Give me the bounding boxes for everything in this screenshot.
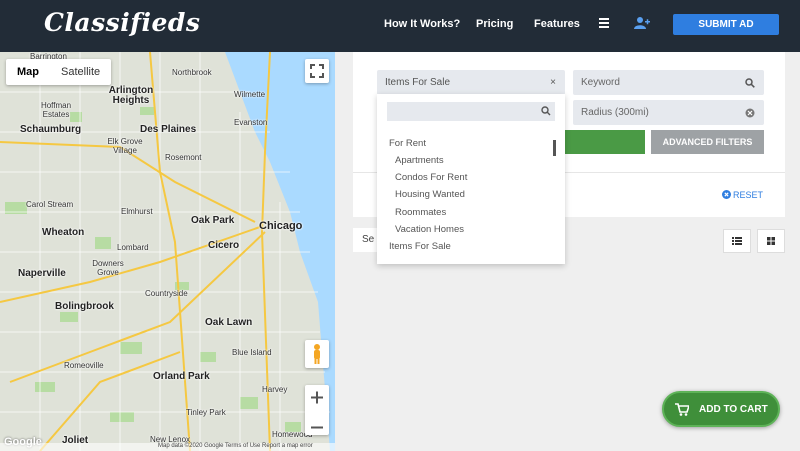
fullscreen-icon [310, 64, 324, 78]
map-label: Wheaton [42, 227, 85, 238]
map-label: Blue Island [232, 348, 272, 357]
map-attribution[interactable]: Map data ©2020 Google Terms of Use Repor… [158, 443, 313, 449]
map-label: Hoffman Estates [40, 101, 72, 119]
map-label: Orland Park [153, 371, 210, 382]
search-button[interactable] [565, 130, 645, 154]
map-label: Oak Park [191, 215, 235, 226]
reset-button[interactable]: RESET [722, 190, 763, 200]
map-label: Tinley Park [186, 408, 226, 417]
keyword-input[interactable]: Keyword [573, 70, 764, 95]
dropdown-group-items-for-sale[interactable]: Items For Sale [389, 241, 451, 252]
radius-select[interactable]: Radius (300mi) [573, 100, 764, 125]
map-tab-map[interactable]: Map [6, 59, 50, 85]
site-logo[interactable]: Classifieds [44, 8, 200, 37]
add-to-cart-button[interactable]: ADD TO CART [662, 391, 780, 427]
radius-value: Radius (300mi) [581, 107, 649, 118]
dropdown-scrollbar[interactable] [553, 140, 556, 156]
dropdown-item[interactable]: Apartments [395, 155, 444, 166]
nav-features[interactable]: Features [534, 18, 580, 30]
fullscreen-button[interactable] [305, 59, 329, 83]
list-view-button[interactable] [723, 229, 751, 253]
map-label: Romeoville [64, 361, 104, 370]
grid-view-icon [767, 237, 775, 245]
map-label: Elmhurst [121, 207, 153, 216]
user-plus-icon[interactable] [634, 16, 650, 30]
map-view[interactable]: Barrington Northbrook Arlington Heights … [0, 52, 335, 451]
cart-icon [675, 403, 689, 416]
search-icon [541, 106, 551, 116]
pegman-icon [314, 344, 320, 364]
hamburger-icon[interactable] [599, 18, 609, 28]
map-label: Chicago [259, 220, 303, 232]
map-tab-satellite[interactable]: Satellite [50, 59, 111, 85]
map-label: Northbrook [172, 68, 212, 77]
dropdown-group-for-rent[interactable]: For Rent [389, 138, 426, 149]
zoom-in-icon[interactable] [305, 385, 329, 410]
map-label: Naperville [18, 268, 66, 279]
dropdown-item[interactable]: Vacation Homes [395, 224, 464, 235]
grid-view-button[interactable] [757, 229, 785, 253]
map-label: Wilmette [234, 90, 266, 99]
map-label: Evanston [234, 118, 268, 127]
map-label: Countryside [145, 289, 188, 298]
reset-icon [722, 190, 731, 199]
dropdown-item[interactable]: Roommates [395, 207, 446, 218]
map-label: Bolingbrook [55, 301, 114, 312]
clear-icon[interactable]: × [550, 70, 556, 95]
category-select-value: Items For Sale [385, 77, 451, 88]
map-label: Downers Grove [92, 259, 124, 277]
keyword-placeholder: Keyword [581, 77, 620, 88]
list-view-icon [732, 237, 742, 245]
dropdown-search-input[interactable] [387, 102, 555, 121]
category-select[interactable]: Items For Sale × [377, 70, 565, 95]
dropdown-item[interactable]: Condos For Rent [395, 172, 467, 183]
reset-label: RESET [733, 190, 764, 200]
map-label: Elk Grove Village [107, 137, 143, 155]
map-label: Rosemont [165, 153, 202, 162]
advanced-filters-button[interactable]: ADVANCED FILTERS [651, 130, 764, 154]
search-icon[interactable] [745, 78, 755, 88]
top-navbar: Classifieds How It Works? Pricing Featur… [0, 0, 800, 52]
dropdown-item[interactable]: Housing Wanted [395, 189, 465, 200]
add-to-cart-label: ADD TO CART [699, 404, 768, 415]
map-footer: Map data ©2020 Google Terms of Use Repor… [0, 443, 335, 451]
map-label: Lombard [117, 243, 149, 252]
map-label: Arlington Heights [108, 85, 154, 106]
map-label: Carol Stream [26, 200, 74, 209]
nav-pricing[interactable]: Pricing [476, 18, 513, 30]
submit-ad-button[interactable]: SUBMIT AD [673, 14, 779, 35]
map-label: Schaumburg [20, 124, 82, 135]
category-dropdown: For Rent Apartments Condos For Rent Hous… [377, 94, 565, 264]
map-type-control: Map Satellite [6, 59, 112, 85]
zoom-out-icon[interactable] [305, 415, 329, 440]
map-label: Cicero [208, 240, 240, 251]
map-label: Harvey [262, 385, 288, 394]
nav-how-it-works[interactable]: How It Works? [384, 18, 460, 30]
zoom-control [305, 385, 329, 435]
map-label: Des Plaines [140, 124, 197, 135]
map-label: Oak Lawn [205, 317, 253, 328]
clear-radius-icon[interactable] [745, 108, 755, 118]
pegman-button[interactable] [305, 340, 329, 368]
